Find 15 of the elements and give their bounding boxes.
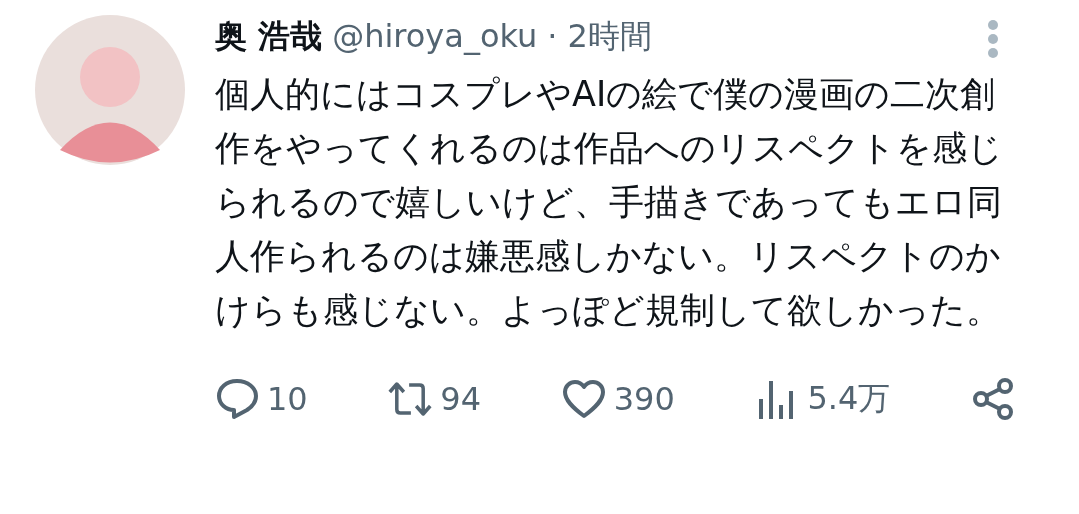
reply-button[interactable]: 10 (215, 377, 308, 421)
post-text: 個人的にはコスプレやAIの絵で僕の漫画の二次創作をやってくれるのは作品へのリスペクトを感じられるので嬉しいけど、手描きであってもエロ同人作られるのは嫌悪感しかない。リスペクトのかけらも感じない。よっぽど規制して欲しかった。 (215, 73, 1004, 332)
avatar[interactable] (35, 15, 185, 165)
speech-bubble-icon (215, 377, 259, 421)
post-time[interactable]: 2時間 (567, 15, 652, 59)
share-icon (970, 377, 1015, 421)
repost-button[interactable]: 94 (388, 377, 482, 421)
author-handle[interactable]: @hiroya_oku (332, 17, 538, 55)
share-button[interactable] (970, 377, 1015, 421)
author-name[interactable]: 奥 浩哉 (215, 15, 323, 59)
like-button[interactable]: 390 (561, 377, 675, 421)
more-options-icon[interactable] (987, 19, 999, 59)
views-button[interactable]: 5.4万 (755, 377, 891, 421)
heart-icon (561, 377, 606, 421)
separator-dot: · (547, 17, 558, 55)
